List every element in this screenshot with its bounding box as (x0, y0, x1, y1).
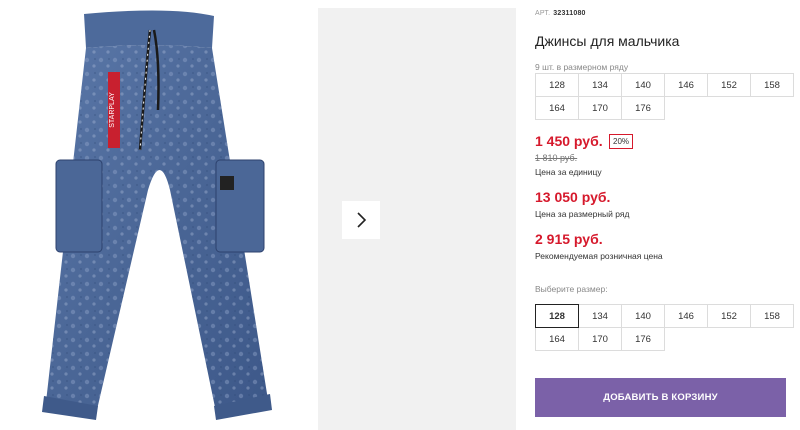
next-image-button[interactable] (342, 201, 380, 239)
pack-size: 158 (750, 73, 794, 97)
size-option-selected[interactable]: 128 (535, 304, 579, 328)
size-option[interactable]: 146 (664, 304, 708, 328)
size-option[interactable]: 176 (621, 327, 665, 351)
size-picker-grid: 128 134 140 146 152 158 164 170 176 (535, 304, 794, 351)
pack-size: 146 (664, 73, 708, 97)
retail-price: 2 915 руб. (535, 231, 603, 247)
product-title: Джинсы для мальчика (535, 33, 680, 49)
size-option[interactable]: 152 (707, 304, 751, 328)
pack-size-grid: 128 134 140 146 152 158 164 170 176 (535, 73, 794, 120)
size-option[interactable]: 164 (535, 327, 579, 351)
size-option[interactable]: 134 (578, 304, 622, 328)
jeans-illustration: STARPLAY (42, 10, 272, 420)
pack-price: 13 050 руб. (535, 189, 611, 205)
article-value: 32311080 (553, 10, 586, 17)
pack-size: 140 (621, 73, 665, 97)
size-option[interactable]: 140 (621, 304, 665, 328)
pack-size: 164 (535, 96, 579, 120)
unit-price: 1 450 руб. (535, 133, 603, 149)
pack-label: 9 шт. в размерном ряду (535, 62, 629, 72)
article-number: АРТ. 32311080 (535, 10, 586, 17)
chevron-right-icon (357, 212, 367, 228)
gallery-panel (318, 8, 516, 430)
pack-size: 176 (621, 96, 665, 120)
unit-price-caption: Цена за единицу (535, 167, 602, 177)
size-picker-label: Выберите размер: (535, 284, 608, 294)
brand-tag-text: STARPLAY (109, 92, 116, 128)
product-image: STARPLAY (0, 0, 310, 430)
retail-price-caption: Рекомендуемая розничная цена (535, 251, 663, 261)
size-option[interactable]: 158 (750, 304, 794, 328)
discount-badge: 20% (609, 134, 634, 149)
pack-price-caption: Цена за размерный ряд (535, 209, 630, 219)
old-price: 1 810 руб. (535, 153, 578, 163)
article-label: АРТ. (535, 10, 551, 17)
pack-size: 134 (578, 73, 622, 97)
size-option[interactable]: 170 (578, 327, 622, 351)
pack-size: 170 (578, 96, 622, 120)
add-to-cart-button[interactable]: ДОБАВИТЬ В КОРЗИНУ (535, 378, 786, 417)
pack-size: 152 (707, 73, 751, 97)
pack-size: 128 (535, 73, 579, 97)
